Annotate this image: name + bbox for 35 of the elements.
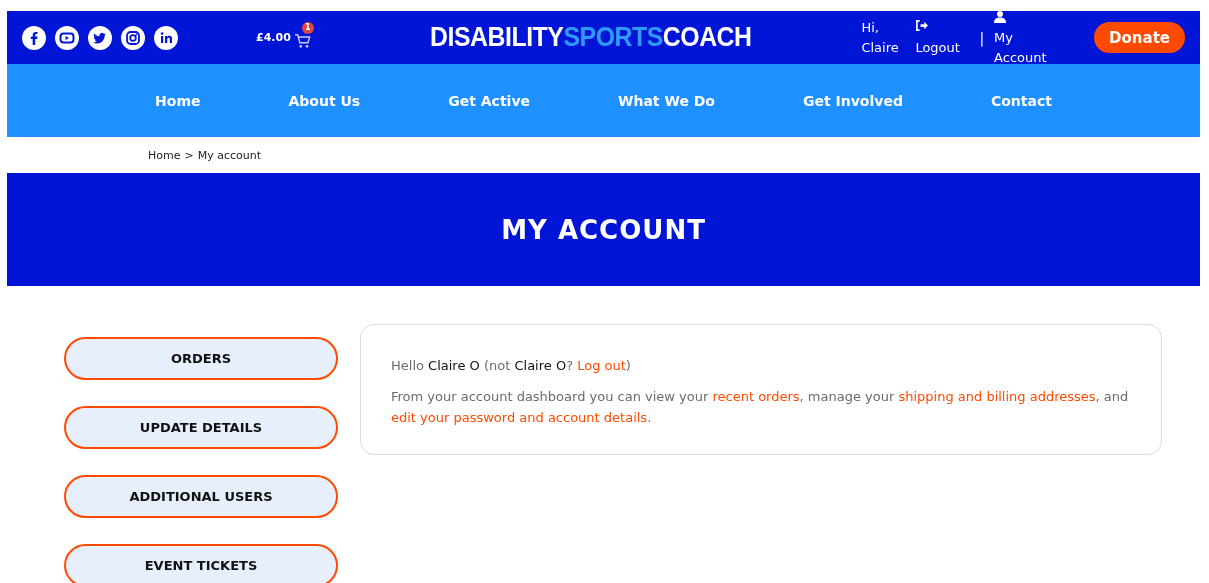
cart-count-badge: 1 [301, 21, 314, 34]
breadcrumb-link[interactable]: Home [148, 148, 181, 162]
separator-text: | [979, 29, 985, 46]
logout-link[interactable]: Logout [915, 17, 970, 58]
donate-button[interactable]: Donate [1094, 22, 1185, 53]
text-link[interactable]: shipping and billing addresses [898, 389, 1096, 404]
breadcrumb-current: My account [197, 148, 262, 162]
cart-total[interactable]: £4.00 [256, 31, 291, 44]
nav-link[interactable]: Contact [946, 92, 1096, 109]
dashboard-text: From your account dashboard you can view your recent orders, manage your shipping and billing addresses, and edit your password and account details. [391, 388, 1130, 427]
my-account-link[interactable]: My Account [994, 7, 1067, 68]
logo-wordmark[interactable]: DISABILITYSPORTSCOACH [429, 22, 752, 53]
nav-link[interactable]: What We Do [574, 92, 759, 109]
camera-icon[interactable] [121, 25, 145, 50]
text-link[interactable]: Log out [577, 358, 626, 373]
nav-link[interactable]: About Us [244, 92, 405, 109]
linkedin-icon[interactable] [154, 25, 178, 50]
nav-link[interactable]: Home [111, 92, 245, 109]
account-menu-button[interactable]: ORDERS [64, 337, 338, 380]
facebook-icon[interactable] [22, 25, 46, 50]
cart-icon[interactable] [293, 32, 312, 49]
greeting-text: Hi, Claire [861, 18, 900, 57]
account-menu-button[interactable]: ADDITIONAL USERS [64, 475, 338, 518]
bird-icon[interactable] [88, 25, 112, 50]
account-menu-button[interactable]: EVENT TICKETS [64, 544, 338, 583]
sign-out-icon [915, 19, 929, 31]
breadcrumb-separator: > [184, 148, 194, 162]
person-icon [994, 10, 1007, 23]
account-menu-button[interactable]: UPDATE DETAILS [64, 406, 338, 449]
nav-link[interactable]: Get Involved [759, 92, 947, 109]
video-play-icon[interactable] [55, 25, 79, 50]
nav-link[interactable]: Get Active [404, 92, 574, 109]
greeting-message: Hello Claire O (not Claire O? Log out) [391, 357, 632, 375]
page-title: MY ACCOUNT [501, 214, 706, 245]
text-link[interactable]: recent orders [712, 389, 800, 404]
